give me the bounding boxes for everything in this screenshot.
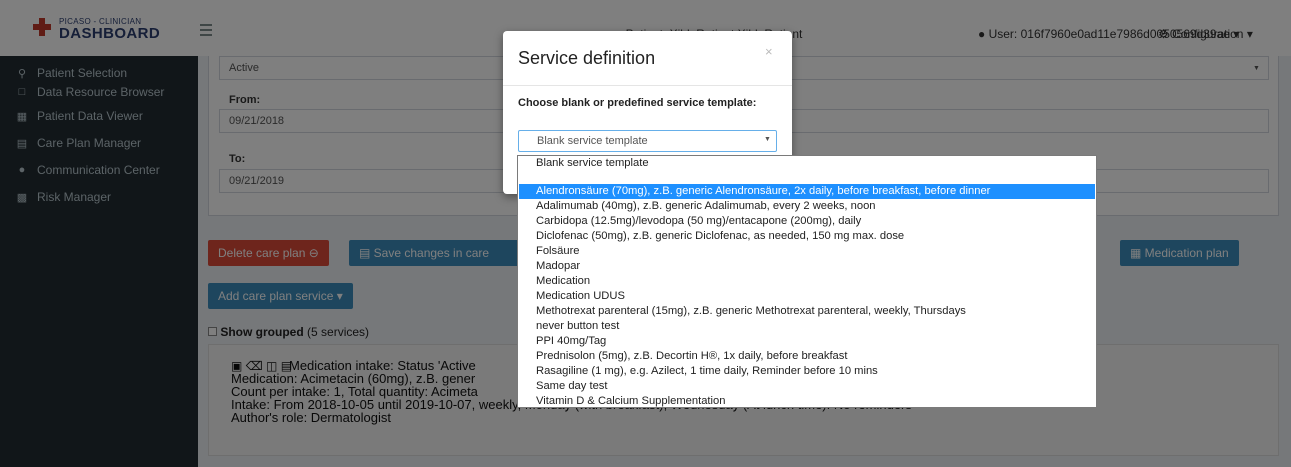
dropdown-option[interactable]: Carbidopa (12.5mg)/levodopa (50 mg)/enta… (519, 214, 1095, 229)
caret-down-icon: ▼ (764, 136, 771, 143)
dropdown-option[interactable]: Madopar (519, 259, 1095, 274)
close-icon[interactable]: × (765, 44, 773, 59)
dropdown-option[interactable]: Blank service template (519, 156, 1095, 171)
dropdown-option[interactable]: Prednisolon (5mg), z.B. Decortin H®, 1x … (519, 349, 1095, 364)
template-select-label: Choose blank or predefined service templ… (518, 97, 757, 109)
modal-divider (503, 85, 792, 86)
dropdown-option[interactable]: Alendronsäure (70mg), z.B. generic Alend… (519, 184, 1095, 199)
dropdown-option[interactable]: Diclofenac (50mg), z.B. generic Diclofen… (519, 229, 1095, 244)
dropdown-option[interactable]: Folsäure (519, 244, 1095, 259)
dropdown-option[interactable]: never button test (519, 319, 1095, 334)
modal-title: Service definition (518, 48, 656, 68)
dropdown-option[interactable]: Same day test (519, 379, 1095, 394)
dropdown-option[interactable]: Vitamin D & Calcium Supplementation (519, 394, 1095, 409)
dropdown-option[interactable]: Adalimumab (40mg), z.B. generic Adalimum… (519, 199, 1095, 214)
dropdown-option[interactable]: Medication (519, 274, 1095, 289)
template-dropdown-list: Blank service template Alendronsäure (70m… (517, 155, 1097, 408)
dropdown-option[interactable]: Rasagiline (1 mg), e.g. Azilect, 1 time … (519, 364, 1095, 379)
dropdown-option[interactable]: PPI 40mg/Tag (519, 334, 1095, 349)
dropdown-option[interactable]: Methotrexat parenteral (15mg), z.B. gene… (519, 304, 1095, 319)
dropdown-option[interactable]: Medication UDUS (519, 289, 1095, 304)
template-select[interactable]: Blank service template ▼ (518, 130, 777, 152)
